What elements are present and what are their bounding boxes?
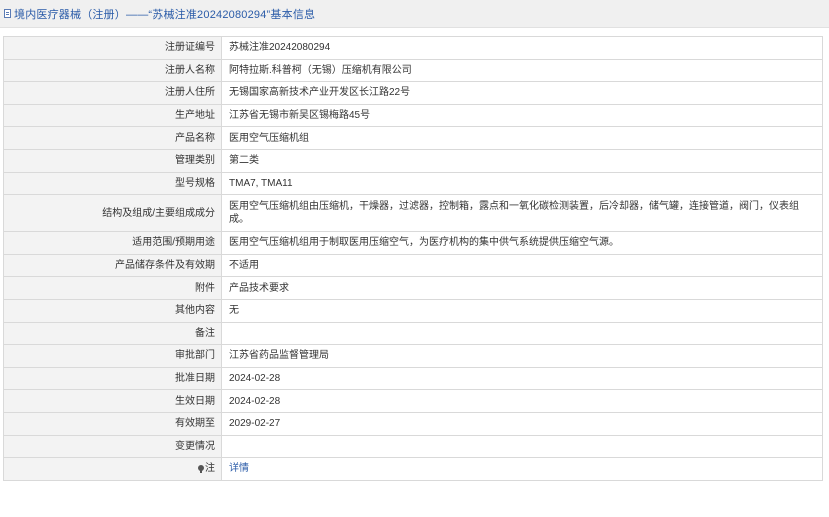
note-label-cell: 注: [3, 457, 222, 481]
row-label: 审批部门: [3, 344, 222, 368]
row-label: 其他内容: [3, 298, 222, 323]
row-value: 医用空气压缩机组由压缩机，干燥器，过滤器，控制箱，露点和一氧化碳检测装置，后冷却…: [221, 194, 823, 233]
table-row: 型号规格 TMA7, TMA11: [3, 171, 823, 196]
row-label: 变更情况: [3, 434, 222, 459]
table-row: 附件 产品技术要求: [3, 276, 823, 300]
row-value: [221, 321, 823, 346]
note-label: 注: [205, 463, 215, 475]
row-label: 适用范围/预期用途: [3, 231, 222, 255]
table-row: 有效期至 2029-02-27: [3, 411, 823, 436]
table-row: 备注: [3, 321, 823, 346]
row-value: 医用空气压缩机组: [221, 126, 823, 150]
table-row: 注 详情: [3, 457, 823, 481]
table-row: 管理类别 第二类: [3, 148, 823, 173]
row-label: 备注: [3, 321, 222, 346]
row-label: 附件: [3, 276, 222, 300]
table-row: 产品名称 医用空气压缩机组: [3, 126, 823, 150]
row-label: 管理类别: [3, 148, 222, 173]
row-value: 苏械注准20242080294: [221, 36, 823, 60]
row-value: 江苏省药品监督管理局: [221, 344, 823, 368]
table-row: 注册人住所 无锡国家高新技术产业开发区长江路22号: [3, 81, 823, 105]
note-value-cell: 详情: [221, 457, 823, 481]
row-value: 无: [221, 298, 823, 323]
row-value: TMA7, TMA11: [221, 171, 823, 196]
row-value: 医用空气压缩机组用于制取医用压缩空气，为医疗机构的集中供气系统提供压缩空气源。: [221, 231, 823, 255]
row-value: 2024-02-28: [221, 389, 823, 413]
row-label: 批准日期: [3, 366, 222, 391]
table-row: 适用范围/预期用途 医用空气压缩机组用于制取医用压缩空气，为医疗机构的集中供气系…: [3, 231, 823, 255]
row-label: 生效日期: [3, 389, 222, 413]
table-row: 其他内容 无: [3, 298, 823, 323]
page-title: 境内医疗器械（注册）——“苏械注准20242080294”基本信息: [14, 8, 316, 21]
row-value: [221, 434, 823, 459]
row-label: 有效期至: [3, 411, 222, 436]
row-value: 2024-02-28: [221, 366, 823, 391]
row-value: 2029-02-27: [221, 411, 823, 436]
table-row: 注册证编号 苏械注准20242080294: [3, 36, 823, 60]
row-value: 无锡国家高新技术产业开发区长江路22号: [221, 81, 823, 105]
table-row: 审批部门 江苏省药品监督管理局: [3, 344, 823, 368]
row-label: 注册证编号: [3, 36, 222, 60]
table-row: 变更情况: [3, 434, 823, 459]
row-label: 注册人名称: [3, 58, 222, 83]
table-row: 生效日期 2024-02-28: [3, 389, 823, 413]
table-row: 批准日期 2024-02-28: [3, 366, 823, 391]
row-label: 生产地址: [3, 103, 222, 128]
table-row: 结构及组成/主要组成成分 医用空气压缩机组由压缩机，干燥器，过滤器，控制箱，露点…: [3, 194, 823, 233]
row-label: 注册人住所: [3, 81, 222, 105]
row-label: 产品储存条件及有效期: [3, 253, 222, 278]
table-row: 生产地址 江苏省无锡市新吴区锡梅路45号: [3, 103, 823, 128]
row-value: 产品技术要求: [221, 276, 823, 300]
registration-info-table: 注册证编号 苏械注准20242080294 注册人名称 阿特拉斯.科普柯（无锡）…: [3, 36, 823, 481]
row-value: 江苏省无锡市新吴区锡梅路45号: [221, 103, 823, 128]
page-header: 境内医疗器械（注册）——“苏械注准20242080294”基本信息: [0, 0, 829, 28]
pin-icon: [198, 465, 204, 474]
table-row: 产品储存条件及有效期 不适用: [3, 253, 823, 278]
row-label: 结构及组成/主要组成成分: [3, 194, 222, 233]
row-value: 不适用: [221, 253, 823, 278]
details-link[interactable]: 详情: [229, 463, 249, 474]
row-label: 型号规格: [3, 171, 222, 196]
row-value: 阿特拉斯.科普柯（无锡）压缩机有限公司: [221, 58, 823, 83]
document-icon: [4, 9, 11, 18]
table-row: 注册人名称 阿特拉斯.科普柯（无锡）压缩机有限公司: [3, 58, 823, 83]
row-value: 第二类: [221, 148, 823, 173]
row-label: 产品名称: [3, 126, 222, 150]
